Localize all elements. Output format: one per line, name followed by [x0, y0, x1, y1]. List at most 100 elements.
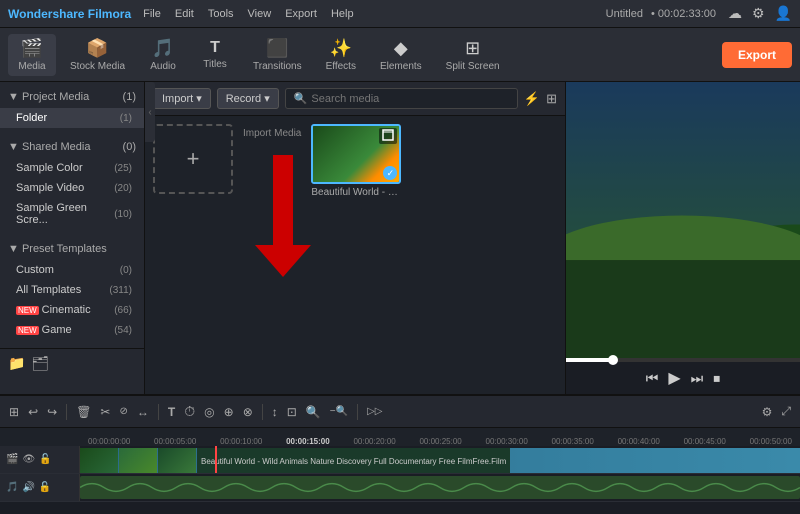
cinematic-count: (66) — [114, 305, 132, 316]
tool-effects[interactable]: ✨ Effects — [316, 34, 366, 76]
clip-label-area: Beautiful World - Wild Animals Nature Di… — [197, 448, 510, 473]
tl-snap-button[interactable]: ↕ — [269, 403, 281, 421]
record-label: Record — [226, 93, 261, 105]
tool-titles[interactable]: T Titles — [191, 35, 239, 74]
playhead[interactable] — [215, 446, 217, 473]
mini-thumb-0 — [80, 448, 118, 473]
tool-split-screen[interactable]: ⊞ Split Screen — [436, 34, 510, 76]
media-content: + Import Media ✓ Beautiful World - Wild … — [145, 116, 565, 394]
sidebar-project-media-label: ▼ Project Media — [8, 91, 89, 103]
stock-media-icon: 📦 — [86, 38, 108, 59]
sidebar-preset-templates-header[interactable]: ▼ Preset Templates — [0, 238, 144, 260]
sidebar-project-media-section: ▼ Project Media (1) Folder (1) — [0, 82, 144, 132]
prev-frame-button[interactable]: ⏮ — [646, 370, 659, 387]
audio-icon: 🎵 — [152, 38, 174, 59]
export-button[interactable]: Export — [722, 42, 792, 68]
video-lock-button[interactable]: 🔓 — [39, 454, 51, 465]
progress-dot[interactable] — [608, 355, 618, 365]
tool-stock-media[interactable]: 📦 Stock Media — [60, 34, 135, 76]
sidebar-item-game[interactable]: NEW Game (54) — [0, 320, 144, 340]
tl-timer-button[interactable]: ⏱ — [181, 401, 198, 422]
titles-icon: T — [210, 39, 220, 57]
tl-render-button[interactable]: ▷▷ — [364, 404, 385, 419]
menu-tools[interactable]: Tools — [208, 8, 234, 20]
tl-settings-button[interactable]: ⚙ — [759, 403, 776, 421]
sidebar-collapse-handle[interactable]: ‹ — [145, 82, 155, 142]
tl-zoom-in-button[interactable]: 🔍 — [303, 403, 324, 421]
sample-video-count: (20) — [114, 183, 132, 194]
sidebar-item-all-templates[interactable]: All Templates (311) — [0, 280, 144, 300]
tl-fullscreen-button[interactable]: ⤢ — [778, 402, 794, 421]
tl-zoom-out-button[interactable]: −🔍 — [327, 404, 351, 419]
tl-delete-button[interactable]: 🗑 — [73, 403, 94, 421]
preview-progress-bar[interactable] — [566, 358, 800, 362]
tool-audio[interactable]: 🎵 Audio — [139, 34, 187, 76]
sidebar-shared-media-header[interactable]: ▼ Shared Media (0) — [0, 136, 144, 158]
account-icon[interactable]: 👤 — [775, 5, 792, 22]
sidebar-item-sample-video[interactable]: Sample Video (20) — [0, 178, 144, 198]
menu-edit[interactable]: Edit — [175, 8, 194, 20]
tl-more1-button[interactable]: ⊕ — [221, 403, 237, 421]
video-track-content[interactable]: Beautiful World - Wild Animals Nature Di… — [80, 446, 800, 473]
search-input[interactable] — [311, 93, 508, 105]
sidebar-item-folder[interactable]: Folder (1) — [0, 108, 144, 128]
audio-track-content[interactable] — [80, 474, 800, 501]
ruler-10: 00:00:50:00 — [750, 437, 792, 446]
video-track-icon: 🎬 — [6, 454, 18, 465]
media-item-0[interactable]: ✓ Beautiful World - Wild A... — [311, 124, 401, 198]
game-label: Game — [42, 324, 72, 336]
tl-divider-2 — [158, 404, 159, 420]
new-folder-icon[interactable]: 🗂 — [31, 355, 49, 372]
menu-file[interactable]: File — [143, 8, 161, 20]
sidebar-item-sample-green[interactable]: Sample Green Scre... (10) — [0, 198, 144, 230]
sidebar-project-media-header[interactable]: ▼ Project Media (1) — [0, 86, 144, 108]
video-mute-button[interactable]: 👁 — [22, 454, 35, 465]
video-track: 🎬 👁 🔓 Beautiful World - Wild Animals Nat… — [0, 446, 800, 474]
menu-export[interactable]: Export — [285, 8, 317, 20]
audio-lock-button[interactable]: 🔓 — [39, 482, 51, 493]
mini-thumb-2 — [158, 448, 196, 473]
tl-more2-button[interactable]: ⊗ — [240, 403, 256, 421]
import-button[interactable]: Import ▾ — [153, 88, 211, 109]
stop-button[interactable]: ⏹ — [713, 370, 720, 387]
tool-transitions[interactable]: ⬛ Transitions — [243, 34, 312, 76]
audio-mute-button[interactable]: 🔊 — [22, 482, 34, 493]
sidebar-shared-media-label: ▼ Shared Media — [8, 141, 90, 153]
sidebar-item-cinematic[interactable]: NEW Cinematic (66) — [0, 300, 144, 320]
next-frame-button[interactable]: ⏭ — [691, 370, 704, 387]
menu-help[interactable]: Help — [331, 8, 354, 20]
tl-target-button[interactable]: ◎ — [201, 403, 217, 421]
cloud-icon[interactable]: ☁ — [728, 5, 742, 22]
tool-media-label: Media — [18, 61, 45, 72]
tool-elements[interactable]: ◆ Elements — [370, 34, 432, 76]
sidebar-item-sample-color[interactable]: Sample Color (25) — [0, 158, 144, 178]
sidebar-preset-templates-label: ▼ Preset Templates — [8, 243, 107, 255]
audio-track-icon: 🎵 — [6, 482, 18, 493]
menu-view[interactable]: View — [248, 8, 272, 20]
tool-media[interactable]: 🎬 Media — [8, 34, 56, 76]
sidebar-item-custom[interactable]: Custom (0) — [0, 260, 144, 280]
tl-grid-button[interactable]: ⊡ — [284, 403, 300, 421]
game-badge: NEW — [16, 326, 39, 335]
tl-crop-button[interactable]: ⊘ — [116, 404, 130, 419]
title-area: Untitled • 00:02:33:00 — [606, 8, 716, 20]
audio-clip[interactable] — [80, 476, 800, 499]
tl-resize-button[interactable]: ↔ — [134, 403, 152, 421]
ruler-labels: 00:00:00:00 00:00:05:00 00:00:10:00 00:0… — [84, 437, 796, 446]
tl-text-button[interactable]: T — [165, 403, 178, 421]
add-folder-icon[interactable]: 📁 — [8, 355, 25, 372]
ruler-7: 00:00:35:00 — [552, 437, 594, 446]
tl-undo-button[interactable]: ↩ — [25, 403, 41, 421]
tl-add-track-button[interactable]: ⊞ — [6, 403, 22, 421]
menu-bar: File Edit Tools View Export Help — [143, 8, 353, 20]
video-clip[interactable]: Beautiful World - Wild Animals Nature Di… — [80, 448, 800, 473]
search-box[interactable]: 🔍 — [285, 88, 518, 109]
tl-redo-button[interactable]: ↪ — [44, 403, 60, 421]
record-button[interactable]: Record ▾ — [217, 88, 279, 109]
settings-icon[interactable]: ⚙ — [752, 5, 765, 22]
filter-icon[interactable]: ⚡ — [524, 91, 540, 107]
grid-view-icon[interactable]: ⊞ — [546, 91, 557, 107]
tl-cut-button[interactable]: ✂ — [97, 403, 113, 421]
import-media-placeholder[interactable]: + — [153, 124, 233, 194]
play-button[interactable]: ▶ — [668, 368, 680, 388]
